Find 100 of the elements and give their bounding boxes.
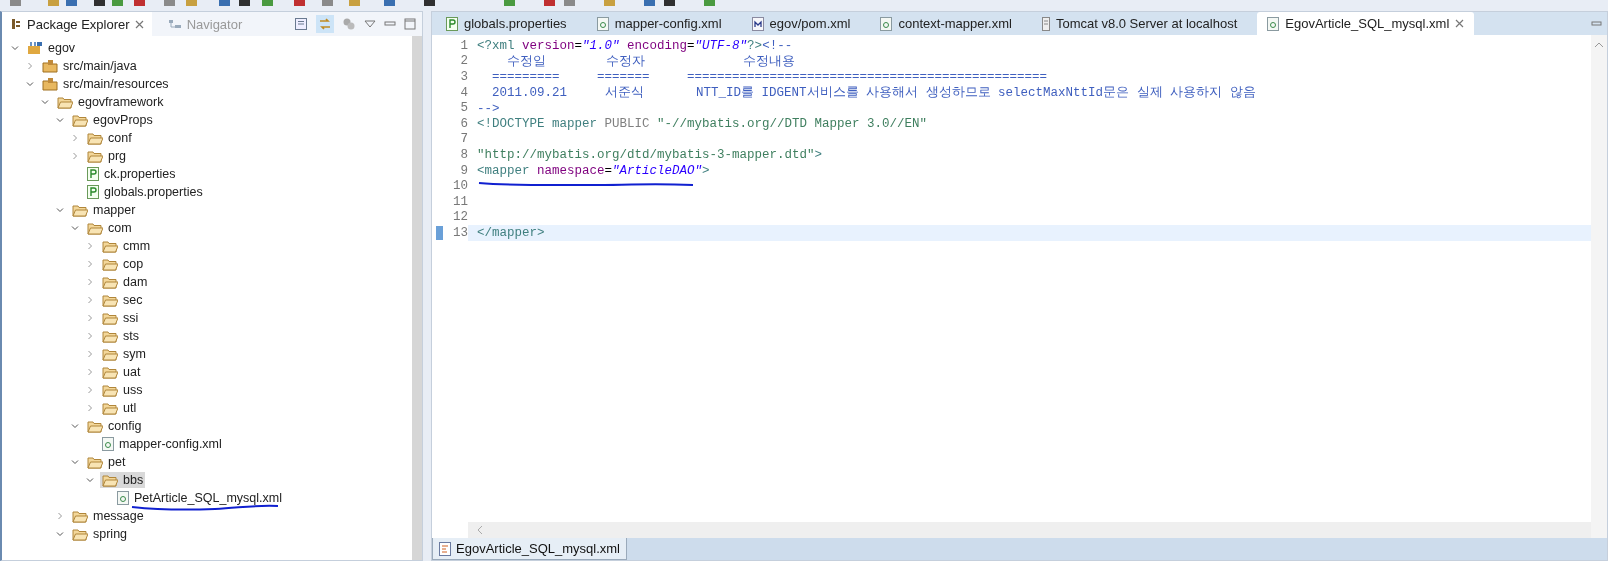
scrollbar[interactable] — [1591, 35, 1607, 538]
chevron-right-icon[interactable] — [85, 385, 95, 395]
folder-icon — [72, 113, 88, 127]
tree-item[interactable]: conf — [85, 130, 134, 146]
chevron-down-icon[interactable] — [55, 205, 65, 215]
view-menu-icon[interactable] — [364, 19, 376, 29]
folder-icon — [87, 419, 103, 433]
chevron-right-icon[interactable] — [85, 313, 95, 323]
chevron-right-icon[interactable] — [25, 61, 35, 71]
tree-item[interactable]: pet — [85, 454, 128, 470]
tree-item[interactable]: src/main/java — [40, 58, 139, 74]
tree-item[interactable]: com — [85, 220, 134, 236]
tree-item[interactable]: sec — [100, 292, 145, 308]
collapse-all-icon[interactable] — [294, 17, 308, 31]
line-number: 6 — [460, 116, 468, 131]
line-number: 11 — [453, 194, 468, 209]
chevron-right-icon[interactable] — [85, 295, 95, 305]
server-icon — [1041, 16, 1050, 31]
editor-tab[interactable]: egov/pom.xml — [741, 12, 861, 35]
scroll-up-icon[interactable] — [1594, 41, 1604, 49]
tree-item[interactable]: spring — [70, 526, 130, 542]
chevron-right-icon[interactable] — [85, 403, 95, 413]
code-line: 수정일 수정자 수정내용 — [506, 54, 795, 69]
minimize-icon[interactable] — [384, 19, 396, 29]
folder-icon — [102, 257, 118, 271]
tree-item[interactable]: prg — [85, 148, 129, 164]
chevron-right-icon[interactable] — [70, 151, 80, 161]
chevron-right-icon[interactable] — [85, 367, 95, 377]
line-number: 12 — [453, 210, 468, 225]
xml-file-icon — [1267, 16, 1280, 31]
chevron-right-icon[interactable] — [85, 259, 95, 269]
tree-item[interactable]: config — [85, 418, 144, 434]
tree-item[interactable]: sym — [100, 346, 148, 362]
folder-icon — [102, 311, 118, 325]
folder-icon — [87, 221, 103, 235]
tree-item[interactable]: ssi — [100, 310, 141, 326]
tree-item[interactable]: egov — [25, 40, 78, 56]
code-line: 2011.09.21 서준식 NTT_ID를 IDGENT서비스를 사용해서 생성하므로 selectMaxNttId문은 실제 사용하지 않음 — [491, 86, 1256, 101]
tree-item[interactable]: uat — [100, 364, 143, 380]
properties-file-icon — [87, 185, 99, 199]
line-number: 8 — [460, 147, 468, 162]
link-editor-icon[interactable] — [316, 15, 334, 33]
chevron-down-icon[interactable] — [85, 475, 95, 485]
close-icon[interactable] — [134, 19, 144, 29]
tree-item[interactable]: cmm — [100, 238, 153, 254]
tree-item[interactable]: egovframework — [55, 94, 166, 110]
line-number: 9 — [460, 163, 468, 178]
tree-item[interactable]: bbs — [100, 472, 146, 488]
tree-item[interactable]: message — [70, 508, 146, 524]
tree-item[interactable]: mapper-config.xml — [100, 436, 224, 452]
editor-tab[interactable]: mapper-config.xml — [586, 12, 732, 35]
chevron-right-icon[interactable] — [70, 133, 80, 143]
tree-item[interactable]: egovProps — [70, 112, 155, 128]
tree-item[interactable]: sts — [100, 328, 141, 344]
chevron-down-icon[interactable] — [55, 115, 65, 125]
chevron-down-icon[interactable] — [40, 97, 50, 107]
tree-item[interactable]: ck.properties — [85, 166, 178, 182]
xml-file-icon — [102, 437, 114, 451]
chevron-down-icon[interactable] — [70, 457, 80, 467]
tree-item[interactable]: PetArticle_SQL_mysql.xml — [115, 490, 284, 506]
chevron-right-icon[interactable] — [55, 511, 65, 521]
tree-item[interactable]: src/main/resources — [40, 76, 171, 92]
filter-icon[interactable] — [342, 17, 356, 31]
tree-item[interactable]: cop — [100, 256, 146, 272]
editor-tab[interactable]: EgovArticle_SQL_mysql.xml — [1257, 12, 1475, 35]
editor-tab[interactable]: context-mapper.xml — [870, 12, 1022, 35]
chevron-down-icon[interactable] — [70, 421, 80, 431]
folder-icon — [102, 293, 118, 307]
xml-file-icon — [596, 16, 609, 31]
scroll-left-icon[interactable] — [476, 525, 484, 535]
line-number: 7 — [460, 132, 468, 147]
tree-item[interactable]: uss — [100, 382, 145, 398]
tree-item[interactable]: utl — [100, 400, 139, 416]
folder-icon — [102, 365, 118, 379]
properties-file-icon — [446, 16, 458, 31]
tree-item[interactable]: mapper — [70, 202, 138, 218]
chevron-down-icon[interactable] — [55, 529, 65, 539]
package-icon — [10, 18, 22, 30]
folder-icon — [102, 383, 118, 397]
folder-icon — [102, 239, 118, 253]
chevron-right-icon[interactable] — [85, 277, 95, 287]
editor-tab[interactable]: Tomcat v8.0 Server at localhost — [1031, 12, 1248, 35]
editor-tab[interactable]: globals.properties — [436, 12, 577, 35]
editor-mode-tab[interactable]: EgovArticle_SQL_mysql.xml — [432, 538, 627, 560]
chevron-right-icon[interactable] — [85, 349, 95, 359]
chevron-right-icon[interactable] — [85, 241, 95, 251]
chevron-down-icon[interactable] — [70, 223, 80, 233]
view-tab[interactable]: Package Explorer — [2, 12, 152, 36]
chevron-down-icon[interactable] — [25, 79, 35, 89]
tree-item[interactable]: globals.properties — [85, 184, 205, 200]
properties-file-icon — [87, 167, 99, 181]
scrollbar[interactable] — [412, 36, 422, 560]
source-file-icon — [439, 541, 451, 556]
close-icon[interactable] — [1455, 19, 1465, 28]
maximize-icon[interactable] — [404, 18, 416, 30]
line-number: 4 — [460, 85, 468, 100]
chevron-down-icon[interactable] — [10, 43, 20, 53]
tree-item[interactable]: dam — [100, 274, 150, 290]
minimize-icon[interactable] — [1591, 18, 1603, 29]
chevron-right-icon[interactable] — [85, 331, 95, 341]
